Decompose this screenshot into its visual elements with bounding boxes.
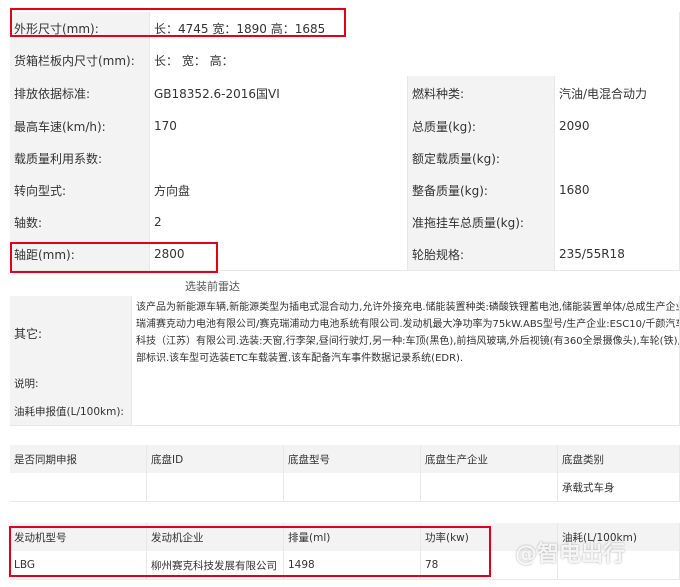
spec-row: 载质量利用系数: 额定载质量(kg): <box>10 142 680 175</box>
spec-value: 235/55R18 <box>555 238 680 270</box>
other-value: 该产品为新能源车辆,新能源类型为插电式混合动力,允许外接充电.储能装置种类:磷酸… <box>132 296 680 370</box>
spec-value: 长：4745 宽：1890 高：1685 <box>150 12 680 44</box>
spec-label: 准拖挂车总质量(kg): <box>408 206 555 238</box>
spec-label: 载质量利用系数: <box>10 142 150 174</box>
spec-value: 2800 <box>150 238 408 270</box>
other-line: 瑞浦赛克动力电池有限公司/赛克瑞浦动力电池系统有限公司.发动机最大净功率为75k… <box>136 319 680 330</box>
spec-label: 轴数: <box>10 206 150 238</box>
spec-label: 总质量(kg): <box>408 110 555 142</box>
spec-label: 转向型式: <box>10 174 150 206</box>
option-note: 选装前雷达 <box>185 280 240 293</box>
engine-header: 排量(ml) <box>284 523 421 551</box>
spec-value: 方向盘 <box>150 174 408 206</box>
spec-value <box>150 142 408 174</box>
spec-label: 额定载质量(kg): <box>408 142 555 174</box>
spec-value <box>555 142 680 174</box>
spec-row: 最高车速(km/h): 170 总质量(kg): 2090 <box>10 110 680 143</box>
chassis-cell <box>10 473 147 501</box>
chassis-values-row: 承载式车身 <box>10 473 680 502</box>
spec-value: 汽油/电混合动力 <box>555 76 680 110</box>
other-line: 部标识.该车型可选装ETC车载装置.该车配备汽车事件数据记录系统(EDR). <box>136 353 464 364</box>
spec-value: 1680 <box>555 174 680 206</box>
other-row: 其它: 该产品为新能源车辆,新能源类型为插电式混合动力,允许外接充电.储能装置种… <box>10 296 680 371</box>
other-label: 其它: <box>10 296 132 370</box>
spec-label: 燃料种类: <box>408 76 555 110</box>
other-line: 科技（江苏）有限公司.选装:天窗,行李架,昼间行驶灯,另一种:车顶(黑色),前挡… <box>136 336 680 347</box>
spec-row: 轴距(mm): 2800 轮胎规格: 235/55R18 <box>10 238 680 271</box>
spec-label: 最高车速(km/h): <box>10 110 150 142</box>
spec-value <box>555 206 680 238</box>
note-row: 说明: <box>10 370 680 398</box>
engine-cell: 1498 <box>284 551 421 579</box>
spec-row: 货箱栏板内尺寸(mm): 长： 宽： 高： <box>10 44 680 77</box>
spec-row: 排放依据标准: GB18352.6-2016国VI 燃料种类: 汽油/电混合动力 <box>10 76 680 111</box>
chassis-cell <box>284 473 421 501</box>
note-value <box>132 370 680 397</box>
fuel-value <box>132 397 680 425</box>
chassis-header: 底盘型号 <box>284 445 421 473</box>
spec-label: 排放依据标准: <box>10 76 150 110</box>
spec-label: 轮胎规格: <box>408 238 555 270</box>
spec-label: 整备质量(kg): <box>408 174 555 206</box>
chassis-header: 底盘ID <box>147 445 284 473</box>
spec-label: 外形尺寸(mm): <box>10 12 150 44</box>
fuel-row: 油耗申报值(L/100km): <box>10 397 680 426</box>
spec-row: 轴数: 2 准拖挂车总质量(kg): <box>10 206 680 239</box>
spec-value: 170 <box>150 110 408 142</box>
other-line: 该产品为新能源车辆,新能源类型为插电式混合动力,允许外接充电.储能装置种类:磷酸… <box>136 302 680 313</box>
chassis-cell: 承载式车身 <box>558 473 680 501</box>
spec-label: 货箱栏板内尺寸(mm): <box>10 44 150 76</box>
chassis-cell <box>147 473 284 501</box>
spec-value: GB18352.6-2016国VI <box>150 76 408 110</box>
chassis-cell <box>421 473 558 501</box>
spec-value: 长： 宽： 高： <box>150 44 680 76</box>
fuel-label: 油耗申报值(L/100km): <box>10 397 132 425</box>
spec-row: 转向型式: 方向盘 整备质量(kg): 1680 <box>10 174 680 207</box>
engine-header: 发动机企业 <box>147 523 284 551</box>
spec-value: 2 <box>150 206 408 238</box>
chassis-header: 底盘生产企业 <box>421 445 558 473</box>
chassis-header: 是否同期申报 <box>10 445 147 473</box>
spec-label: 轴距(mm): <box>10 238 150 270</box>
engine-cell: LBG <box>10 551 147 579</box>
spec-row: 外形尺寸(mm): 长：4745 宽：1890 高：1685 <box>10 12 680 45</box>
chassis-headers-row: 是否同期申报 底盘ID 底盘型号 底盘生产企业 底盘类别 <box>10 445 680 474</box>
chassis-header: 底盘类别 <box>558 445 680 473</box>
engine-cell: 柳州赛克科技发展有限公司 <box>147 551 284 579</box>
watermark: @智电出行 <box>515 542 626 567</box>
engine-header: 发动机型号 <box>10 523 147 551</box>
note-label: 说明: <box>10 370 132 397</box>
spec-value: 2090 <box>555 110 680 142</box>
